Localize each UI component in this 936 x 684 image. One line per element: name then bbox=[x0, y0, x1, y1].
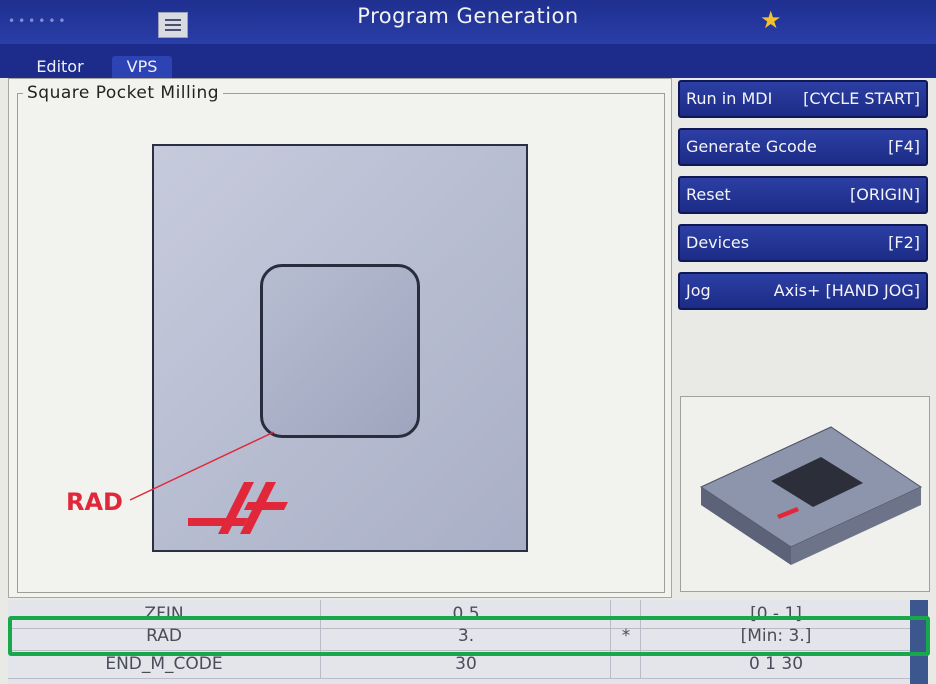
pocket-diagram bbox=[260, 264, 420, 438]
title-bar: •••••• Program Generation ★ bbox=[0, 0, 936, 44]
rad-label: RAD bbox=[66, 488, 123, 516]
page-title: Program Generation bbox=[357, 4, 579, 28]
generate-gcode-button[interactable]: Generate Gcode [F4] bbox=[678, 128, 928, 166]
jog-button[interactable]: Jog Axis+ [HAND JOG] bbox=[678, 272, 928, 310]
run-in-mdi-button[interactable]: Run in MDI [CYCLE START] bbox=[678, 80, 928, 118]
selected-row-highlight bbox=[8, 616, 930, 656]
haas-logo-icon bbox=[188, 482, 288, 534]
part-preview bbox=[680, 396, 930, 592]
tab-bar: Editor VPS bbox=[0, 44, 936, 78]
devices-button[interactable]: Devices [F2] bbox=[678, 224, 928, 262]
star-icon[interactable]: ★ bbox=[760, 6, 782, 34]
panel-title: Square Pocket Milling bbox=[23, 83, 224, 103]
tab-editor[interactable]: Editor bbox=[20, 56, 100, 78]
reset-button[interactable]: Reset [ORIGIN] bbox=[678, 176, 928, 214]
tab-vps[interactable]: VPS bbox=[112, 56, 172, 78]
pocket-3d-preview-icon bbox=[699, 426, 923, 565]
